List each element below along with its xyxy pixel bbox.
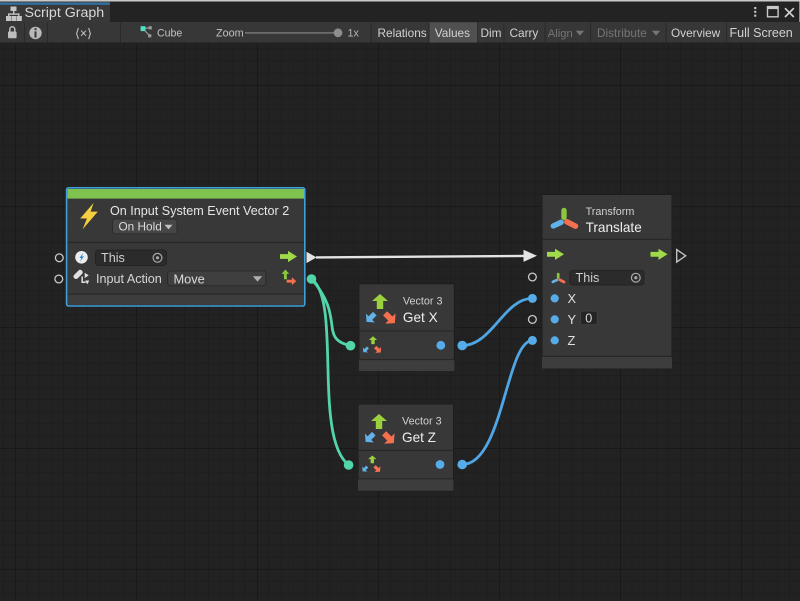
- svg-text:Move: Move: [174, 271, 205, 286]
- svg-text:Translate: Translate: [586, 220, 642, 235]
- svg-text:Get X: Get X: [403, 310, 438, 325]
- svg-text:Align: Align: [548, 28, 573, 40]
- svg-text:Dim: Dim: [481, 26, 502, 40]
- svg-text:Relations: Relations: [378, 26, 427, 40]
- svg-text:X: X: [568, 291, 577, 306]
- svg-text:On Hold: On Hold: [119, 219, 162, 233]
- svg-text:Input Action: Input Action: [96, 272, 162, 286]
- svg-text:Y: Y: [568, 312, 577, 327]
- svg-text:Script Graph: Script Graph: [25, 5, 105, 21]
- svg-text:⟨×⟩: ⟨×⟩: [75, 26, 92, 40]
- svg-text:0: 0: [585, 311, 592, 325]
- svg-text:Values: Values: [435, 26, 470, 40]
- svg-text:Vector 3: Vector 3: [402, 416, 442, 428]
- svg-text:Full Screen: Full Screen: [730, 26, 793, 40]
- svg-text:Carry: Carry: [510, 26, 539, 40]
- svg-text:1x: 1x: [348, 28, 360, 40]
- svg-text:Get Z: Get Z: [402, 430, 436, 445]
- svg-text:Transform: Transform: [586, 206, 635, 218]
- svg-text:Overview: Overview: [671, 26, 721, 40]
- svg-text:This: This: [576, 271, 600, 285]
- svg-text:Cube: Cube: [157, 28, 182, 40]
- svg-text:Zoom: Zoom: [216, 28, 244, 40]
- svg-text:On Input System Event Vector 2: On Input System Event Vector 2: [110, 204, 289, 218]
- svg-text:Vector 3: Vector 3: [403, 296, 443, 308]
- svg-text:Distribute: Distribute: [597, 26, 647, 40]
- svg-text:This: This: [101, 251, 125, 265]
- svg-text:Z: Z: [568, 333, 576, 348]
